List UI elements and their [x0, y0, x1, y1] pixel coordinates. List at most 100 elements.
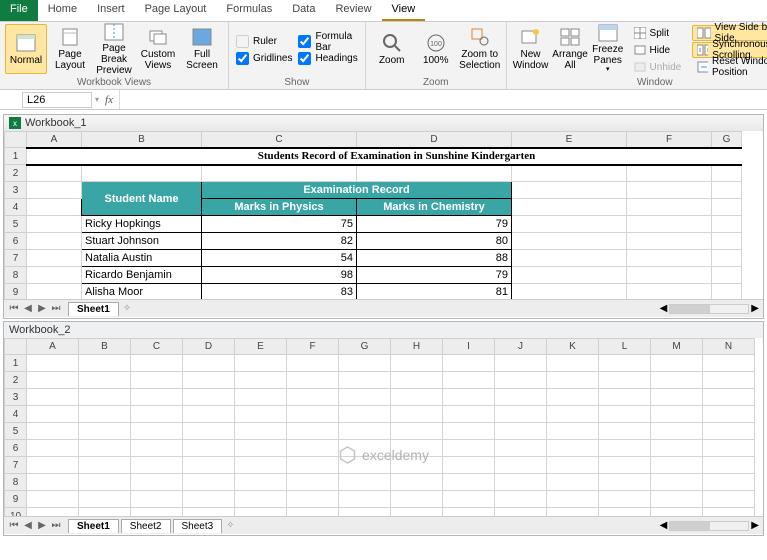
col-header[interactable]: E: [235, 339, 287, 355]
cell[interactable]: [339, 406, 391, 423]
cell[interactable]: [495, 372, 547, 389]
cell[interactable]: [339, 508, 391, 517]
new-sheet-icon[interactable]: ✧: [123, 303, 131, 314]
cell[interactable]: [183, 457, 235, 474]
cell[interactable]: [27, 389, 79, 406]
cell-name[interactable]: Natalia Austin: [82, 250, 202, 267]
cell-chemistry[interactable]: 80: [357, 233, 512, 250]
cell[interactable]: [287, 389, 339, 406]
cell[interactable]: [495, 474, 547, 491]
cell[interactable]: [443, 389, 495, 406]
cell[interactable]: [391, 372, 443, 389]
cell[interactable]: [391, 508, 443, 517]
cell[interactable]: [703, 474, 755, 491]
cell[interactable]: [391, 423, 443, 440]
cell-name[interactable]: Stuart Johnson: [82, 233, 202, 250]
cell[interactable]: [339, 440, 391, 457]
col-header[interactable]: G: [339, 339, 391, 355]
cell[interactable]: [547, 508, 599, 517]
cell[interactable]: [183, 355, 235, 372]
cell[interactable]: [703, 491, 755, 508]
formula-input[interactable]: [119, 90, 767, 109]
cell[interactable]: [287, 457, 339, 474]
cell[interactable]: [391, 406, 443, 423]
col-header[interactable]: I: [443, 339, 495, 355]
row-header[interactable]: 4: [5, 406, 27, 423]
col-header[interactable]: C: [202, 132, 357, 148]
cell[interactable]: [79, 389, 131, 406]
cell[interactable]: [287, 423, 339, 440]
cell[interactable]: [27, 423, 79, 440]
normal-button[interactable]: Normal: [5, 24, 47, 74]
cell[interactable]: [79, 508, 131, 517]
cell[interactable]: [391, 474, 443, 491]
cell[interactable]: [287, 372, 339, 389]
cell[interactable]: [183, 508, 235, 517]
tab-file[interactable]: File: [0, 0, 38, 21]
cell[interactable]: [495, 508, 547, 517]
formula-bar-checkbox[interactable]: Formula Bar: [298, 34, 357, 50]
cell[interactable]: [339, 355, 391, 372]
cell[interactable]: [27, 440, 79, 457]
freeze-panes-button[interactable]: Freeze Panes▾: [591, 24, 625, 74]
sheet-tab[interactable]: Sheet1: [68, 519, 119, 533]
cell[interactable]: [235, 389, 287, 406]
col-header[interactable]: N: [703, 339, 755, 355]
cell[interactable]: [599, 355, 651, 372]
sheet-tab-sheet1[interactable]: Sheet1: [68, 302, 119, 316]
cell-chemistry[interactable]: 88: [357, 250, 512, 267]
cell[interactable]: [443, 406, 495, 423]
hscrollbar[interactable]: [669, 521, 749, 531]
cell[interactable]: [547, 440, 599, 457]
custom-views-button[interactable]: Custom Views: [137, 24, 179, 74]
row-header[interactable]: 10: [5, 508, 27, 517]
cell[interactable]: [287, 355, 339, 372]
sheet-tab[interactable]: Sheet2: [121, 519, 171, 533]
cell[interactable]: [703, 406, 755, 423]
cell[interactable]: [703, 355, 755, 372]
cell[interactable]: [599, 372, 651, 389]
cell-physics[interactable]: 54: [202, 250, 357, 267]
tab-data[interactable]: Data: [282, 0, 325, 21]
row-header[interactable]: 5: [5, 423, 27, 440]
cell[interactable]: [235, 457, 287, 474]
row-header[interactable]: 7: [5, 457, 27, 474]
cell[interactable]: [495, 355, 547, 372]
cell[interactable]: [391, 457, 443, 474]
cell[interactable]: [495, 406, 547, 423]
cell[interactable]: [235, 440, 287, 457]
page-layout-button[interactable]: Page Layout: [49, 24, 91, 74]
ruler-checkbox[interactable]: Ruler: [236, 34, 292, 50]
cell[interactable]: [443, 440, 495, 457]
col-header[interactable]: E: [512, 132, 627, 148]
cell[interactable]: [235, 474, 287, 491]
cell[interactable]: [547, 474, 599, 491]
cell[interactable]: [79, 423, 131, 440]
cell[interactable]: [287, 474, 339, 491]
cell[interactable]: [79, 457, 131, 474]
cell[interactable]: [287, 491, 339, 508]
cell[interactable]: [79, 406, 131, 423]
col-header[interactable]: C: [131, 339, 183, 355]
sheet-nav[interactable]: ⏮◀▶⏭: [4, 303, 66, 314]
cell[interactable]: [183, 389, 235, 406]
cell-chemistry[interactable]: 81: [357, 284, 512, 300]
col-header[interactable]: L: [599, 339, 651, 355]
cell[interactable]: [131, 491, 183, 508]
cell[interactable]: [131, 423, 183, 440]
cell[interactable]: [547, 457, 599, 474]
cell[interactable]: [391, 355, 443, 372]
cell[interactable]: [27, 474, 79, 491]
cell[interactable]: [235, 423, 287, 440]
cell[interactable]: [651, 423, 703, 440]
cell[interactable]: [703, 440, 755, 457]
cell[interactable]: [339, 457, 391, 474]
cell[interactable]: [287, 440, 339, 457]
cell[interactable]: [79, 474, 131, 491]
cell[interactable]: [391, 440, 443, 457]
unhide-button[interactable]: Unhide: [629, 59, 687, 75]
split-button[interactable]: Split: [629, 25, 687, 41]
cell-physics[interactable]: 83: [202, 284, 357, 300]
cell[interactable]: [495, 389, 547, 406]
cell[interactable]: [599, 440, 651, 457]
